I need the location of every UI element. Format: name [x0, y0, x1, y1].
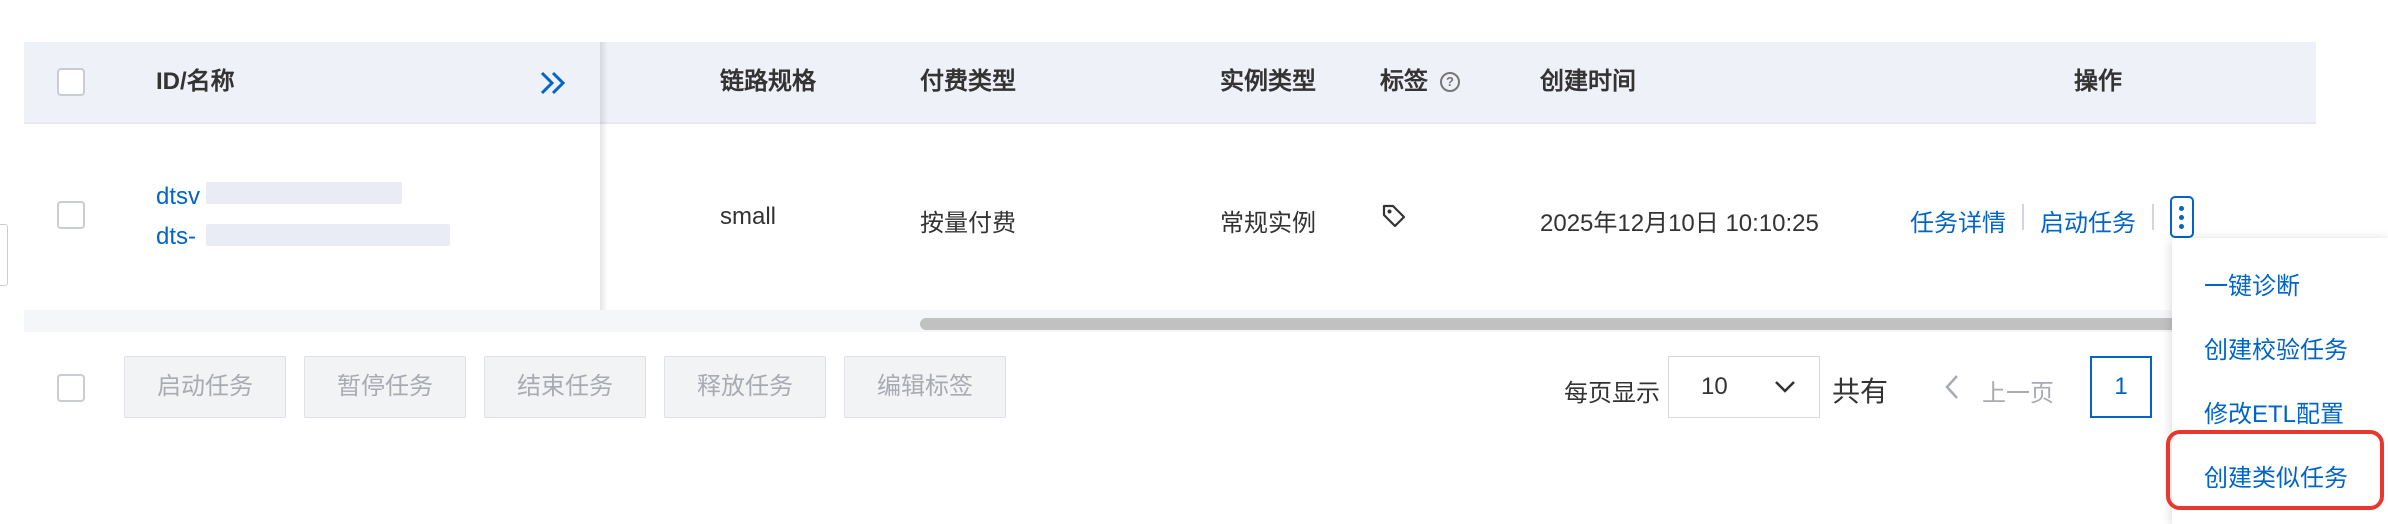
cell-link-spec: small: [720, 203, 777, 230]
menu-item-modify-etl[interactable]: 修改ETL配置: [2204, 394, 2344, 429]
per-page-label: 每页显示: [1564, 380, 1660, 407]
horizontal-scrollbar-thumb[interactable]: [920, 318, 2180, 330]
more-actions-button[interactable]: [2170, 196, 2194, 238]
instance-name-link[interactable]: dts-: [156, 223, 196, 251]
redacted-id: [206, 182, 402, 204]
cell-created: 2025年12月10日 10:10:25: [1540, 210, 1819, 237]
chevron-down-icon: [1775, 381, 1795, 393]
table-header: [24, 42, 2316, 122]
batch-pause-button[interactable]: 暂停任务: [304, 356, 466, 418]
total-label: 共有: [1832, 376, 1889, 407]
column-header-tags: 标签: [1380, 68, 1428, 95]
column-header-id-name: ID/名称: [156, 68, 235, 95]
left-edge-panel: [0, 224, 8, 286]
current-page-button[interactable]: 1: [2090, 356, 2152, 418]
row-checkbox[interactable]: [57, 201, 85, 229]
header-divider: [24, 122, 2316, 124]
footer-select-all-checkbox[interactable]: [57, 374, 85, 402]
column-header-pay-type: 付费类型: [920, 68, 1016, 95]
menu-item-diagnose[interactable]: 一键诊断: [2204, 266, 2300, 301]
redacted-name: [206, 224, 450, 246]
batch-start-button[interactable]: 启动任务: [124, 356, 286, 418]
action-separator: [2022, 204, 2024, 230]
task-detail-link[interactable]: 任务详情: [1910, 203, 2006, 238]
per-page-select[interactable]: 10: [1668, 356, 1820, 418]
select-all-checkbox[interactable]: [57, 68, 85, 96]
cell-instance-type: 常规实例: [1220, 210, 1316, 237]
highlight-annotation: [2166, 430, 2384, 510]
tag-icon[interactable]: [1380, 202, 1408, 230]
prev-page-button[interactable]: 上一页: [1982, 373, 2054, 408]
batch-end-button[interactable]: 结束任务: [484, 356, 646, 418]
fixed-column-shadow: [600, 42, 608, 310]
start-task-link[interactable]: 启动任务: [2040, 203, 2136, 238]
per-page-value: 10: [1701, 373, 1728, 400]
batch-release-button[interactable]: 释放任务: [664, 356, 826, 418]
menu-item-create-verify-task[interactable]: 创建校验任务: [2204, 330, 2348, 365]
column-header-instance-type: 实例类型: [1220, 68, 1316, 95]
column-header-actions: 操作: [2074, 68, 2122, 95]
batch-edit-tags-button[interactable]: 编辑标签: [844, 356, 1006, 418]
column-header-created: 创建时间: [1540, 68, 1636, 95]
cell-pay-type: 按量付费: [920, 210, 1016, 237]
action-separator: [2152, 204, 2154, 230]
collapse-columns-icon[interactable]: [538, 69, 568, 97]
column-header-link-spec: 链路规格: [720, 68, 816, 95]
help-icon[interactable]: ?: [1440, 72, 1460, 92]
instance-id-link[interactable]: dtsv: [156, 183, 200, 211]
chevron-left-icon[interactable]: [1944, 374, 1960, 400]
